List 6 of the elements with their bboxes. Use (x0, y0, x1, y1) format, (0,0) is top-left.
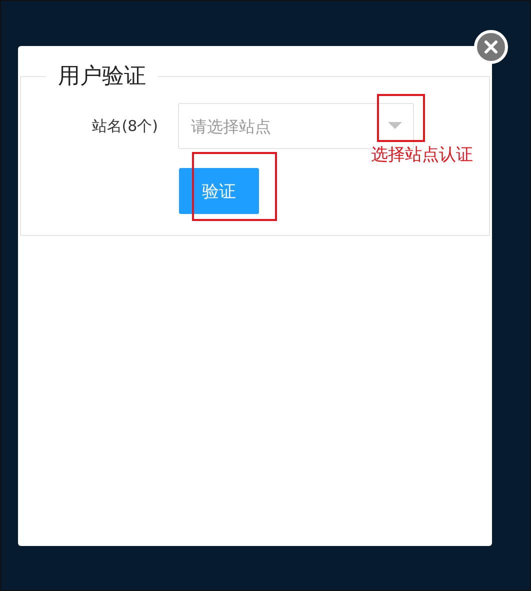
field-label: 站名(8个) (90, 116, 159, 136)
highlight-box (377, 94, 425, 142)
verify-button[interactable]: 验证 (179, 168, 259, 214)
close-icon (483, 39, 499, 55)
dialog-title: 用户验证 (57, 63, 147, 91)
dropdown-caret-icon (388, 122, 402, 130)
